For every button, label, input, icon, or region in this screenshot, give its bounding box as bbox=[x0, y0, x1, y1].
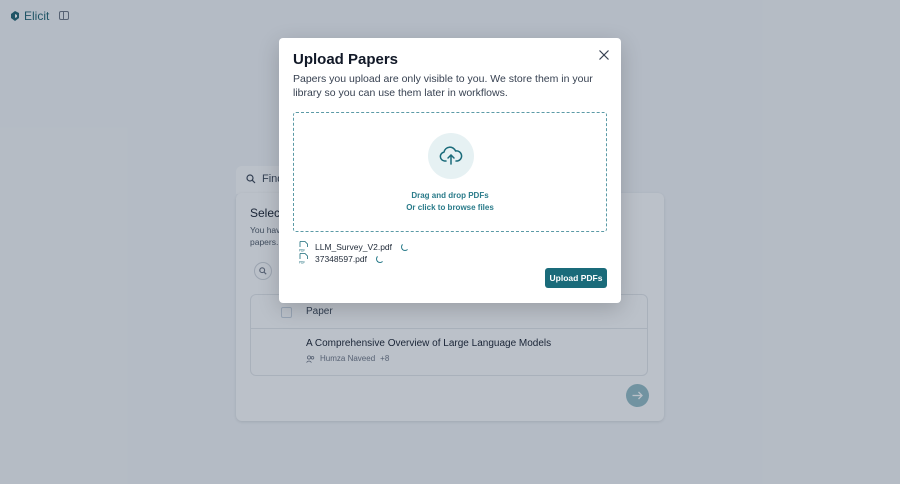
drop-zone-line-2: Or click to browse files bbox=[406, 203, 494, 212]
dialog-title: Upload Papers bbox=[293, 51, 399, 68]
file-name: 37348597.pdf bbox=[315, 253, 367, 264]
svg-text:PDF: PDF bbox=[299, 261, 305, 265]
close-icon[interactable] bbox=[598, 49, 610, 61]
svg-text:PDF: PDF bbox=[299, 249, 305, 253]
pdf-drop-zone[interactable]: Drag and drop PDFs Or click to browse fi… bbox=[293, 112, 607, 232]
file-name: LLM_Survey_V2.pdf bbox=[315, 241, 393, 252]
loading-spinner-icon bbox=[376, 254, 384, 263]
drop-zone-line-1: Drag and drop PDFs bbox=[411, 191, 489, 200]
loading-spinner-icon bbox=[401, 242, 410, 251]
file-list-item: PDF LLM_Survey_V2.pdf bbox=[299, 241, 410, 253]
upload-icon-circle bbox=[428, 133, 474, 179]
pdf-file-icon: PDF bbox=[299, 253, 308, 265]
drop-zone-text: Drag and drop PDFs Or click to browse fi… bbox=[294, 190, 606, 214]
upload-pdfs-button[interactable]: Upload PDFs bbox=[545, 268, 607, 288]
upload-papers-dialog: Upload Papers Papers you upload are only… bbox=[279, 38, 621, 303]
cloud-upload-icon bbox=[439, 146, 463, 165]
pdf-file-icon: PDF bbox=[299, 241, 308, 253]
app-root: Elicit Find Selec You hav papers. Paper bbox=[0, 0, 900, 484]
file-list-item: PDF 37348597.pdf bbox=[299, 253, 384, 264]
dialog-description: Papers you upload are only visible to yo… bbox=[293, 73, 593, 99]
